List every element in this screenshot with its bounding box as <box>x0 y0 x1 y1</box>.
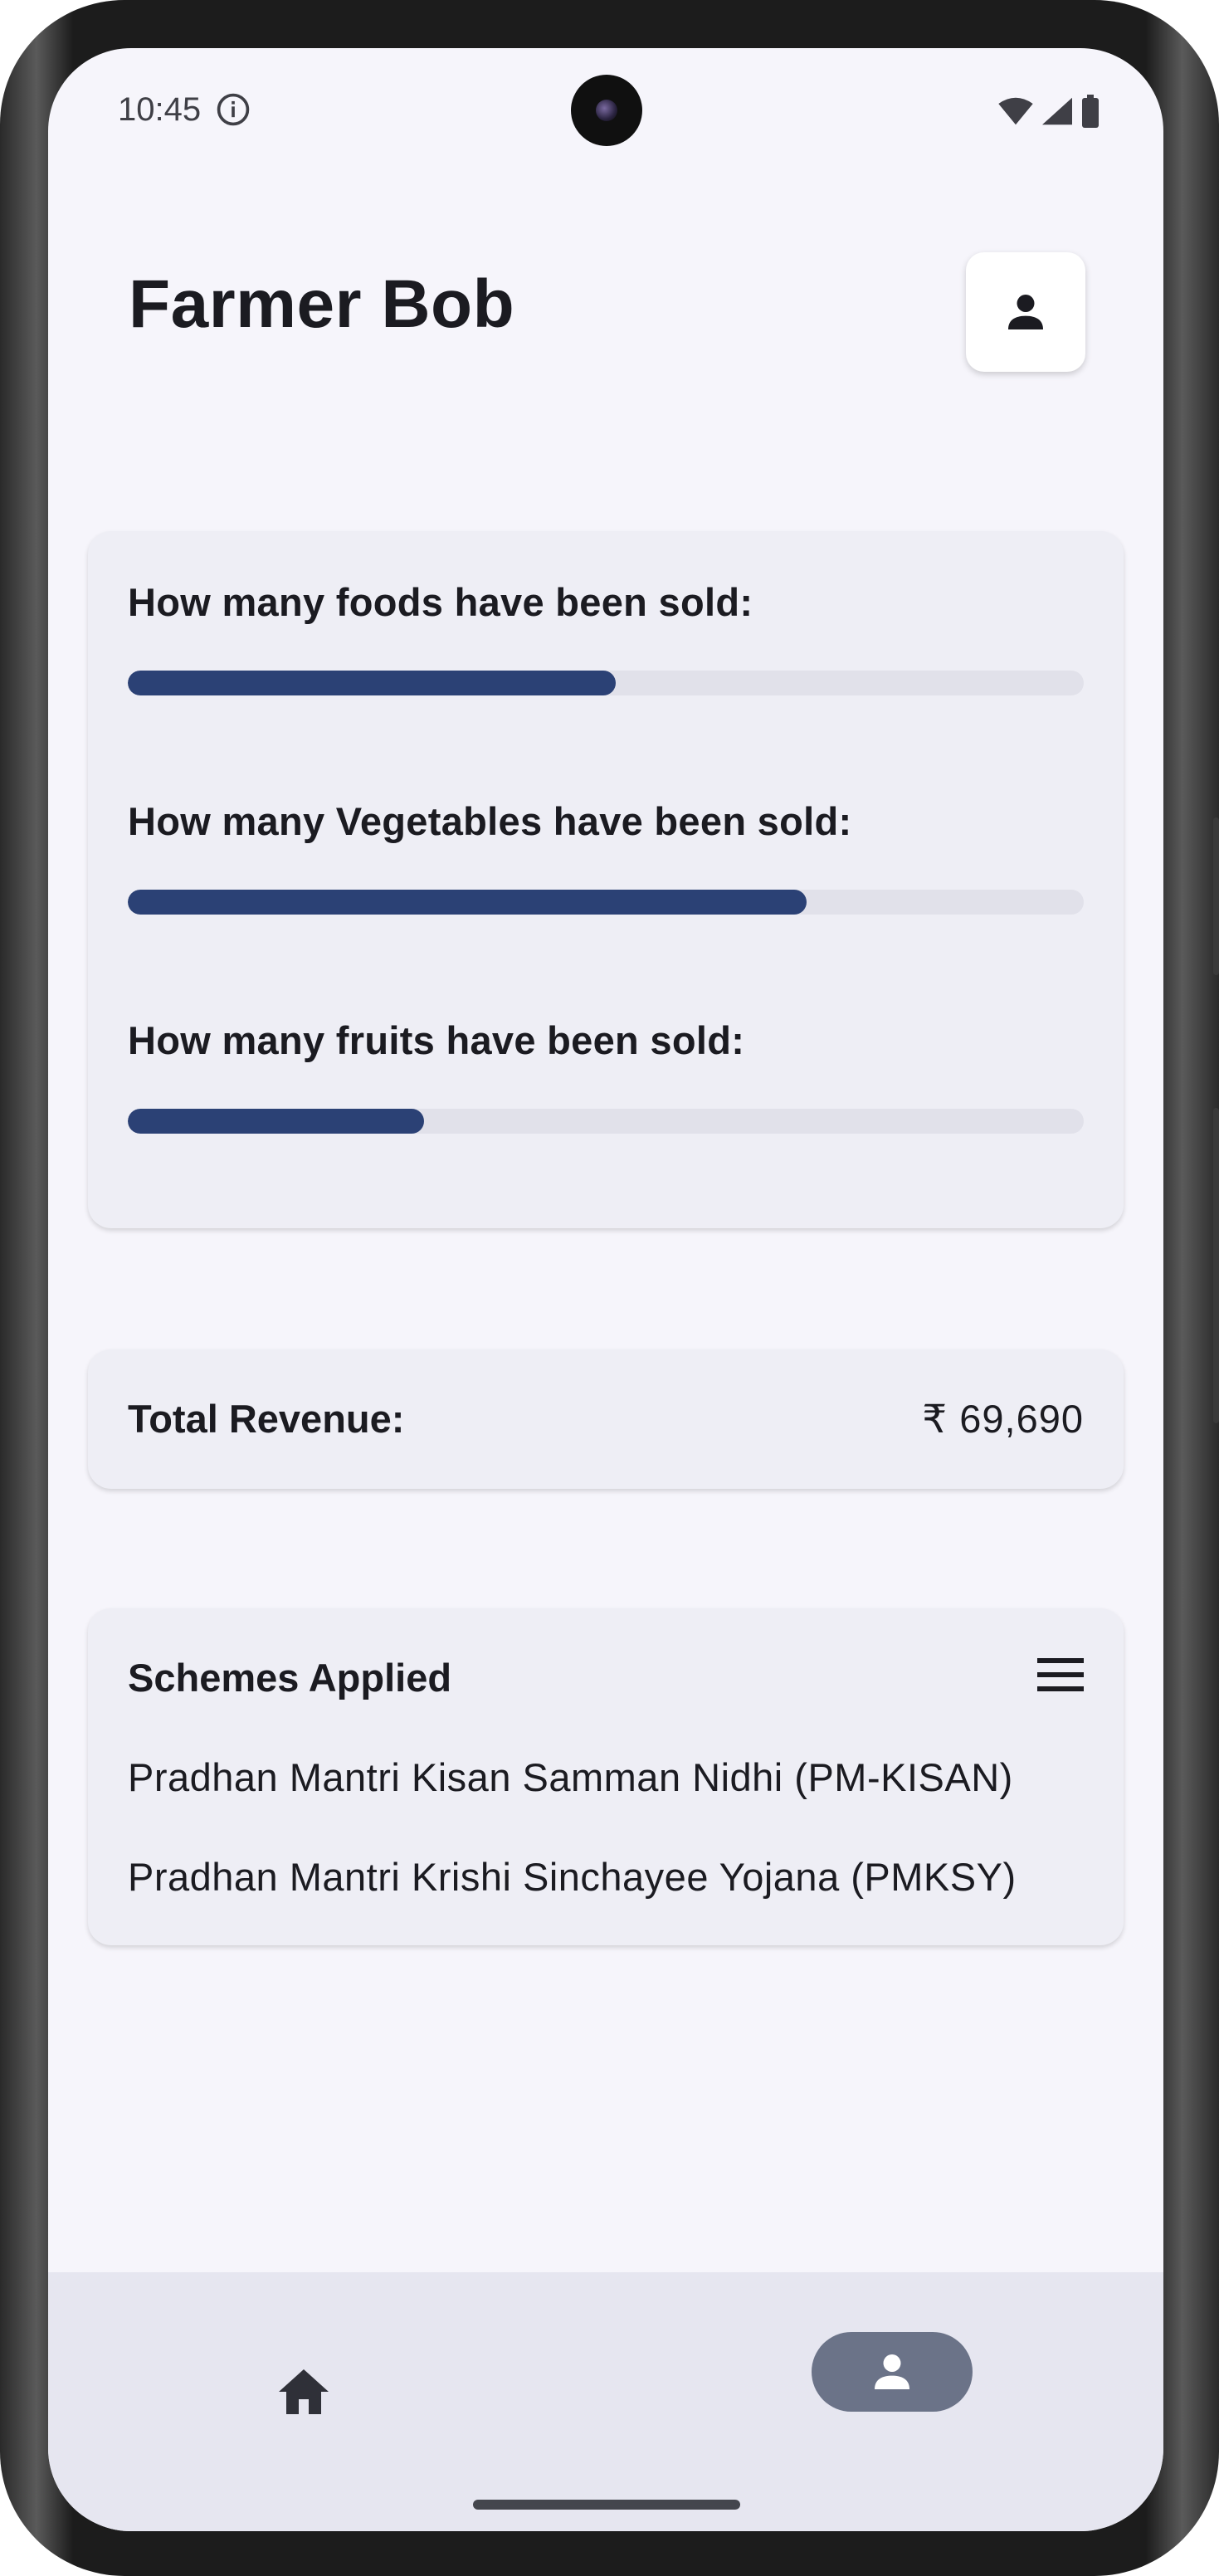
nav-profile-tab[interactable] <box>812 2332 973 2412</box>
wifi-icon <box>998 97 1033 125</box>
foods-sold-fill <box>128 671 616 695</box>
scheme-item: Pradhan Mantri Krishi Sinchayee Yojana (… <box>128 1855 1017 1899</box>
schemes-title: Schemes Applied <box>128 1656 452 1700</box>
vegetables-sold-progress <box>128 890 1084 915</box>
fruits-sold-label: How many fruits have been sold: <box>128 1018 745 1062</box>
fruits-sold-fill <box>128 1109 425 1134</box>
gesture-handle[interactable] <box>473 2500 740 2510</box>
fruits-sold-progress <box>128 1109 1084 1134</box>
foods-sold-label: How many foods have been sold: <box>128 580 753 624</box>
front-camera <box>571 75 642 146</box>
menu-icon[interactable] <box>1037 1656 1084 1693</box>
person-icon <box>1008 295 1043 329</box>
bottom-navigation <box>48 2272 1163 2531</box>
volume-button <box>1213 1108 1219 1423</box>
revenue-label: Total Revenue: <box>128 1397 405 1441</box>
revenue-card: Total Revenue: ₹ 69,690 <box>88 1349 1124 1489</box>
foods-sold-progress <box>128 671 1084 695</box>
device-frame: 10:45 Farmer Bob How many foods have bee… <box>0 0 1219 2576</box>
profile-button[interactable] <box>966 252 1085 372</box>
revenue-value: ₹ 69,690 <box>922 1397 1084 1441</box>
info-icon <box>217 93 250 126</box>
vegetables-sold-fill <box>128 890 807 915</box>
cell-signal-icon <box>1042 97 1072 125</box>
power-button <box>1213 817 1219 975</box>
sales-progress-card: How many foods have been sold: How many … <box>88 531 1124 1228</box>
status-icons <box>997 93 1100 129</box>
scheme-item: Pradhan Mantri Kisan Samman Nidhi (PM-KI… <box>128 1755 1013 1799</box>
person-icon <box>875 2354 909 2389</box>
battery-icon <box>1082 95 1099 128</box>
home-icon[interactable] <box>274 2362 334 2422</box>
vegetables-sold-label: How many Vegetables have been sold: <box>128 799 852 843</box>
app-screen: 10:45 Farmer Bob How many foods have bee… <box>48 48 1163 2531</box>
page-title: Farmer Bob <box>129 266 515 342</box>
status-time: 10:45 <box>118 91 202 128</box>
schemes-card: Schemes Applied Pradhan Mantri Kisan Sam… <box>88 1608 1124 1945</box>
